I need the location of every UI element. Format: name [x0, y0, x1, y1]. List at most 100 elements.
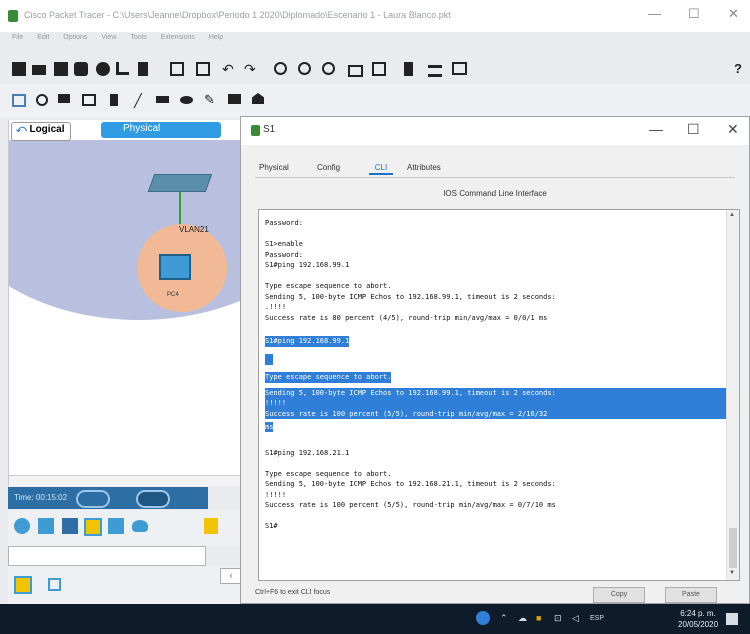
menu-options[interactable]: Options — [63, 34, 87, 41]
connection-type-icon[interactable] — [204, 518, 218, 534]
tab-physical[interactable]: Physical — [101, 122, 221, 138]
console-text — [265, 458, 727, 469]
device-model-box[interactable] — [8, 546, 206, 566]
network-devices-icon[interactable] — [14, 518, 30, 534]
help-icon[interactable]: ? — [734, 62, 748, 76]
console-scrollbar[interactable]: ▲ ▼ — [726, 210, 739, 580]
dialog-close-button[interactable]: ✕ — [727, 121, 739, 138]
console-text — [265, 511, 727, 522]
paste-icon[interactable] — [196, 62, 210, 76]
console-line: Type escape sequence to abort. — [265, 469, 727, 480]
open-folder-icon[interactable] — [32, 65, 46, 75]
notifications-icon[interactable] — [726, 613, 738, 625]
menu-tools[interactable]: Tools — [130, 34, 146, 41]
zoom-out-icon[interactable] — [322, 62, 335, 75]
redo-icon[interactable]: ↷ — [244, 62, 258, 76]
copy-icon[interactable] — [170, 62, 184, 76]
delete-icon[interactable] — [58, 94, 70, 103]
save-icon[interactable] — [54, 62, 68, 76]
app-tray-icon[interactable]: ■ — [536, 613, 541, 623]
scroll-thumb[interactable] — [729, 528, 737, 568]
tab-attributes[interactable]: Attributes — [407, 163, 441, 172]
print-icon[interactable] — [74, 62, 88, 76]
pdu-list-icon[interactable] — [404, 62, 413, 76]
components-icon[interactable] — [62, 518, 78, 534]
tab-cli[interactable]: CLI — [369, 163, 393, 175]
image-icon[interactable] — [452, 62, 467, 75]
freeform-icon[interactable]: ✎ — [204, 93, 218, 107]
console-line — [265, 229, 727, 240]
menu-file[interactable]: File — [12, 34, 23, 41]
undo-icon[interactable]: ↶ — [222, 62, 236, 76]
copy-button[interactable]: Copy — [593, 587, 645, 603]
console-text: .!!!! — [265, 303, 287, 311]
pc-device-icon[interactable] — [159, 254, 191, 280]
add-simple-pdu-icon[interactable] — [228, 94, 241, 104]
grid-icon[interactable] — [48, 578, 61, 591]
zoom-reset-icon[interactable] — [298, 62, 311, 75]
menu-edit[interactable]: Edit — [37, 34, 49, 41]
menu-view[interactable]: View — [101, 34, 116, 41]
console-text: Password: — [265, 250, 303, 259]
dialog-titlebar: S1 — ☐ ✕ — [241, 117, 749, 145]
console-text: Type escape sequence to abort. — [265, 282, 392, 290]
cloud-icon[interactable]: ☁ — [518, 613, 527, 624]
console-line: Success rate is 80 percent (4/5), round-… — [265, 313, 727, 324]
custom-device-icon[interactable] — [138, 62, 148, 76]
selected-console-text: ms — [265, 421, 274, 432]
tab-config[interactable]: Config — [317, 163, 340, 172]
help-tray-icon[interactable] — [476, 611, 490, 625]
draw-rectangle-icon[interactable] — [156, 96, 169, 103]
scroll-down-icon[interactable]: ▼ — [729, 570, 735, 576]
minimize-button[interactable]: — — [648, 6, 661, 21]
tab-logical[interactable]: ⤺ Logical — [11, 122, 72, 141]
chevron-up-icon[interactable]: ⌃ — [500, 613, 508, 624]
lightning-icon[interactable] — [14, 576, 32, 594]
tab-divider — [255, 177, 735, 178]
scroll-left-icon[interactable]: ‹ — [220, 568, 242, 584]
network-icon[interactable]: ⊡ — [554, 613, 562, 624]
select-icon[interactable] — [12, 94, 26, 107]
menu-extensions[interactable]: Extensions — [161, 34, 195, 41]
workspace-hscrollbar[interactable] — [9, 475, 241, 486]
dialog-maximize-button[interactable]: ☐ — [687, 121, 700, 138]
end-devices-icon[interactable] — [38, 518, 54, 534]
fast-forward-icon[interactable] — [136, 490, 170, 508]
multiuser-icon[interactable] — [132, 520, 148, 532]
viewport-icon[interactable] — [428, 65, 442, 77]
inspect-icon[interactable] — [36, 94, 48, 106]
console-text — [265, 229, 727, 240]
selected-console-text: S1#ping 192.168.99.1 — [265, 336, 350, 347]
add-complex-pdu-icon[interactable] — [252, 93, 264, 104]
note-icon[interactable] — [110, 94, 118, 106]
resize-icon[interactable] — [82, 94, 96, 106]
console-line — [265, 323, 727, 334]
paste-button[interactable]: Paste — [665, 587, 717, 603]
tab-physical-config[interactable]: Physical — [259, 163, 289, 172]
menu-help[interactable]: Help — [209, 34, 223, 41]
volume-icon[interactable]: ◁ — [572, 613, 579, 624]
language-indicator[interactable]: ESP — [590, 615, 604, 622]
maximize-button[interactable]: ☐ — [688, 6, 700, 22]
scroll-up-icon[interactable]: ▲ — [729, 212, 735, 218]
activity-wizard-icon[interactable] — [96, 62, 110, 76]
draw-line-icon[interactable]: ╱ — [134, 94, 148, 108]
switch-device[interactable] — [147, 174, 213, 192]
pc-label: PC4 — [167, 292, 179, 298]
custom-devices-dialog-icon[interactable] — [372, 62, 386, 76]
misc-icon[interactable] — [108, 518, 124, 534]
dialog-minimize-button[interactable]: — — [649, 121, 663, 137]
draw-ellipse-icon[interactable] — [180, 96, 193, 104]
connections-icon[interactable] — [84, 518, 102, 536]
network-info-icon[interactable] — [116, 62, 129, 75]
zoom-in-icon[interactable] — [274, 62, 287, 75]
logical-workspace[interactable]: ⤺ Logical Physical VLAN21 PC4 — [8, 120, 241, 486]
new-file-icon[interactable] — [12, 62, 26, 76]
power-cycle-icon[interactable] — [76, 490, 110, 508]
close-button[interactable]: ✕ — [728, 6, 739, 22]
drawing-palette-icon[interactable] — [348, 65, 363, 77]
taskbar-clock[interactable]: 6:24 p. m. 20/05/2020 — [678, 608, 718, 630]
console-line: Password: — [265, 218, 727, 229]
cli-console[interactable]: Password: S1>enable Password: S1#ping 192.1… — [258, 209, 740, 581]
selected-console-text: Sending 5, 100-byte ICMP Echos to 192.16… — [265, 387, 727, 398]
